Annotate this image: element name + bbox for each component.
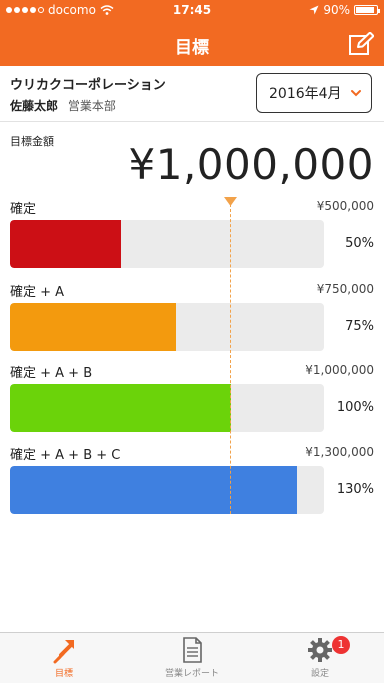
settings-badge: 1 [332,636,350,654]
edit-icon[interactable] [348,32,374,56]
tab-target[interactable]: 目標 [0,633,128,683]
progress-bar-track [10,466,324,514]
chevron-down-icon [351,90,361,97]
battery-icon [354,5,380,15]
progress-bar-track [10,303,324,351]
progress-row-label: 確定 [10,202,37,217]
month-selector-value: 2016年4月 [269,86,342,102]
tab-bar: 目標 営業レポート 設定 [0,632,384,683]
tab-settings-label: 設定 [310,669,329,679]
progress-row-label: 確定 + A + B [10,366,93,381]
progress-row-label: 確定 + A + B + C [10,448,121,463]
progress-bar-track [10,384,324,432]
progress-bar-fill [10,384,231,432]
progress-row-percent: 75% [345,319,374,334]
user-info: 佐藤太郎 営業本部 [10,97,116,114]
company-name: ウリカクコーポレーション [10,78,166,93]
user-name: 佐藤太郎 [10,99,59,113]
page-title: 目標 [175,38,209,58]
progress-row-amount: ¥1,300,000 [305,445,374,459]
tab-sales-report[interactable]: 営業レポート [128,633,256,683]
gear-icon [308,638,332,662]
progress-row-percent: 130% [336,482,374,497]
progress-bar-fill [10,220,121,268]
tab-target-label: 目標 [54,669,73,679]
tab-sales-report-label: 営業レポート [164,669,219,679]
progress-row-percent: 50% [345,236,374,251]
month-selector[interactable]: 2016年4月 [256,73,372,113]
progress-row-amount: ¥1,000,000 [305,363,374,377]
target-label: 目標金額 [10,135,54,148]
progress-row-percent: 100% [336,400,374,415]
location-arrow-icon [309,5,319,15]
progress-bar-track [10,220,324,268]
progress-bar-fill [10,303,176,351]
target-marker-line [230,204,231,514]
status-right: 90% [309,3,380,17]
progress-row-amount: ¥750,000 [316,282,374,296]
target-arrow-icon [53,640,74,664]
divider [0,121,384,122]
progress-row-amount: ¥500,000 [316,199,374,213]
tab-settings[interactable]: 設定 [256,633,384,683]
document-icon [183,637,202,663]
top-bar: docomo 17:45 90% 目標 [0,0,384,66]
progress-bar-fill [10,466,297,514]
battery-percent: 90% [323,3,350,17]
department-name: 営業本部 [67,99,116,113]
target-amount: ¥1,000,000 [128,140,374,189]
progress-row-label: 確定 + A [10,285,65,300]
status-bar: docomo 17:45 90% [0,0,384,22]
